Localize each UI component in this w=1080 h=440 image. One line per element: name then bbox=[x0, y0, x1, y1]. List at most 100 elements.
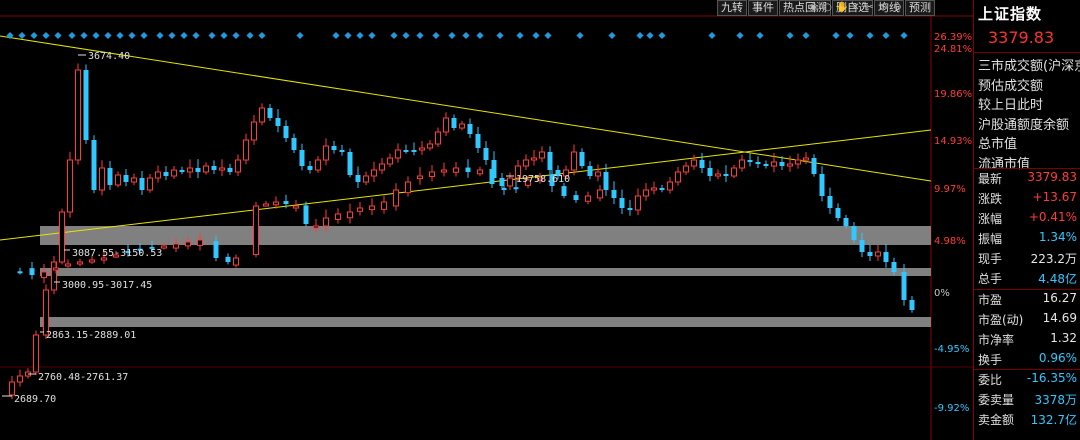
event-marker bbox=[368, 31, 376, 40]
candle-body bbox=[531, 157, 537, 161]
toolbar-tab-1[interactable]: 事件 bbox=[748, 0, 778, 16]
trendline-down bbox=[0, 35, 932, 182]
chart-tool-icons: ◉ ○ ✋ ✕ ✂ ⊕ ⊖ bbox=[808, 2, 903, 16]
candle-body bbox=[851, 226, 857, 240]
event-marker bbox=[658, 31, 666, 40]
candle-body bbox=[235, 159, 241, 173]
candle-body bbox=[211, 166, 217, 170]
candle-body bbox=[381, 201, 387, 210]
candle-body bbox=[323, 145, 329, 161]
candle-body bbox=[835, 208, 841, 218]
event-marker bbox=[636, 31, 644, 40]
quote-key: 卖金额 bbox=[978, 413, 1015, 427]
quote-key: 换手 bbox=[978, 353, 1003, 367]
quote-panel: 上证指数 3379.83 三市成交额(沪深京 预估成交额 较上日此时 沪股通额度余额总… bbox=[973, 0, 1080, 440]
candle-body bbox=[147, 177, 153, 191]
toolbar-tab-5[interactable]: 预测 bbox=[905, 0, 935, 16]
quote-value: 3379.83 bbox=[1027, 170, 1077, 184]
candle-body bbox=[451, 118, 457, 128]
candle-body bbox=[259, 107, 265, 123]
candle-body bbox=[909, 300, 915, 310]
event-marker bbox=[192, 31, 200, 40]
y-tick-label: 26.39% bbox=[934, 32, 972, 43]
quote-value: 14.69 bbox=[1042, 311, 1077, 325]
quote-key: 市盈(动) bbox=[978, 313, 1024, 327]
candle-body bbox=[643, 189, 649, 197]
candle-body bbox=[579, 152, 585, 166]
eye-icon[interactable]: ◉ bbox=[808, 2, 819, 14]
candle-body bbox=[355, 175, 361, 182]
candle-body bbox=[313, 225, 319, 229]
candle-body bbox=[263, 203, 269, 207]
zoom-out-icon[interactable]: ⊖ bbox=[892, 2, 903, 14]
event-marker bbox=[344, 31, 352, 40]
event-marker bbox=[390, 31, 398, 40]
cross-icon[interactable]: ✕ bbox=[850, 2, 861, 14]
quote-row: 振幅 1.34% bbox=[974, 228, 1080, 248]
candle-body bbox=[251, 121, 257, 141]
annotation-label: 3087.55-3150.53 bbox=[72, 248, 162, 259]
hand-icon[interactable]: ✋ bbox=[836, 2, 848, 14]
toolbar-tab-0[interactable]: 九转 bbox=[717, 0, 747, 16]
quote-key: 委比 bbox=[978, 373, 1003, 387]
candle-body bbox=[363, 175, 369, 183]
quote-key: 振幅 bbox=[978, 232, 1003, 246]
candle-body bbox=[489, 168, 495, 184]
support-zone bbox=[40, 226, 931, 245]
candlestick-chart[interactable]: 26.39%24.81% 19.86% 14.93% 9.97% 4.98% 0% -4.9… bbox=[0, 0, 1080, 440]
candle-body bbox=[441, 169, 447, 173]
quote-row: 总手 4.48亿 bbox=[974, 268, 1080, 288]
candle-body bbox=[561, 186, 567, 196]
zoom-in-icon[interactable]: ⊕ bbox=[878, 2, 889, 14]
quote-value: 223.2万 bbox=[1030, 252, 1077, 266]
event-marker bbox=[116, 31, 124, 40]
candle-body bbox=[315, 159, 321, 171]
quote-row: 市盈 16.27 bbox=[974, 289, 1080, 309]
candle-body bbox=[405, 181, 411, 194]
quote-key: 现手 bbox=[978, 252, 1003, 266]
event-marker bbox=[54, 31, 62, 40]
candle-body bbox=[331, 146, 337, 150]
candle-body bbox=[291, 138, 297, 150]
quote-line-4: 总市值 bbox=[978, 137, 1018, 152]
annotation-label: 19758.610 bbox=[516, 174, 570, 185]
quote-row: 最新 3379.83 bbox=[974, 168, 1080, 188]
candle-body bbox=[819, 174, 825, 196]
event-marker bbox=[258, 31, 266, 40]
candle-body bbox=[507, 177, 513, 187]
event-marker bbox=[646, 31, 654, 40]
candle-body bbox=[731, 167, 737, 177]
candle-body bbox=[179, 170, 185, 172]
candle-body bbox=[219, 167, 225, 171]
candle-body bbox=[453, 167, 459, 173]
scissors-icon[interactable]: ✂ bbox=[864, 2, 875, 14]
candle-body bbox=[747, 160, 753, 162]
quote-key: 委卖量 bbox=[978, 393, 1015, 407]
quote-row: 换手 0.96% bbox=[974, 349, 1080, 369]
candle-body bbox=[307, 166, 313, 170]
candle-body bbox=[203, 165, 209, 173]
quote-line-0: 三市成交额(沪深京 bbox=[978, 59, 1080, 74]
quote-value: 1.34% bbox=[1038, 230, 1077, 244]
quote-key: 市盈 bbox=[978, 293, 1003, 307]
annotation-label: 3674.40 bbox=[88, 51, 130, 62]
candle-body bbox=[77, 261, 83, 265]
candle-body bbox=[467, 124, 473, 134]
candle-body bbox=[335, 213, 341, 220]
event-marker bbox=[786, 31, 794, 40]
candle-body bbox=[123, 175, 129, 182]
candle-body bbox=[347, 152, 353, 175]
quote-value: 3378万 bbox=[1034, 393, 1077, 407]
circle-icon[interactable]: ○ bbox=[822, 2, 833, 14]
quote-row: 涨跌 +13.67 bbox=[974, 188, 1080, 208]
candle-body bbox=[573, 195, 579, 200]
candle-body bbox=[173, 243, 179, 249]
event-marker bbox=[332, 31, 340, 40]
candle-body bbox=[267, 108, 273, 118]
candle-body bbox=[771, 161, 777, 167]
candle-body bbox=[357, 207, 363, 212]
candle-body bbox=[213, 241, 219, 258]
candle-body bbox=[883, 252, 889, 262]
event-marker bbox=[448, 31, 456, 40]
candle-body bbox=[379, 163, 385, 171]
